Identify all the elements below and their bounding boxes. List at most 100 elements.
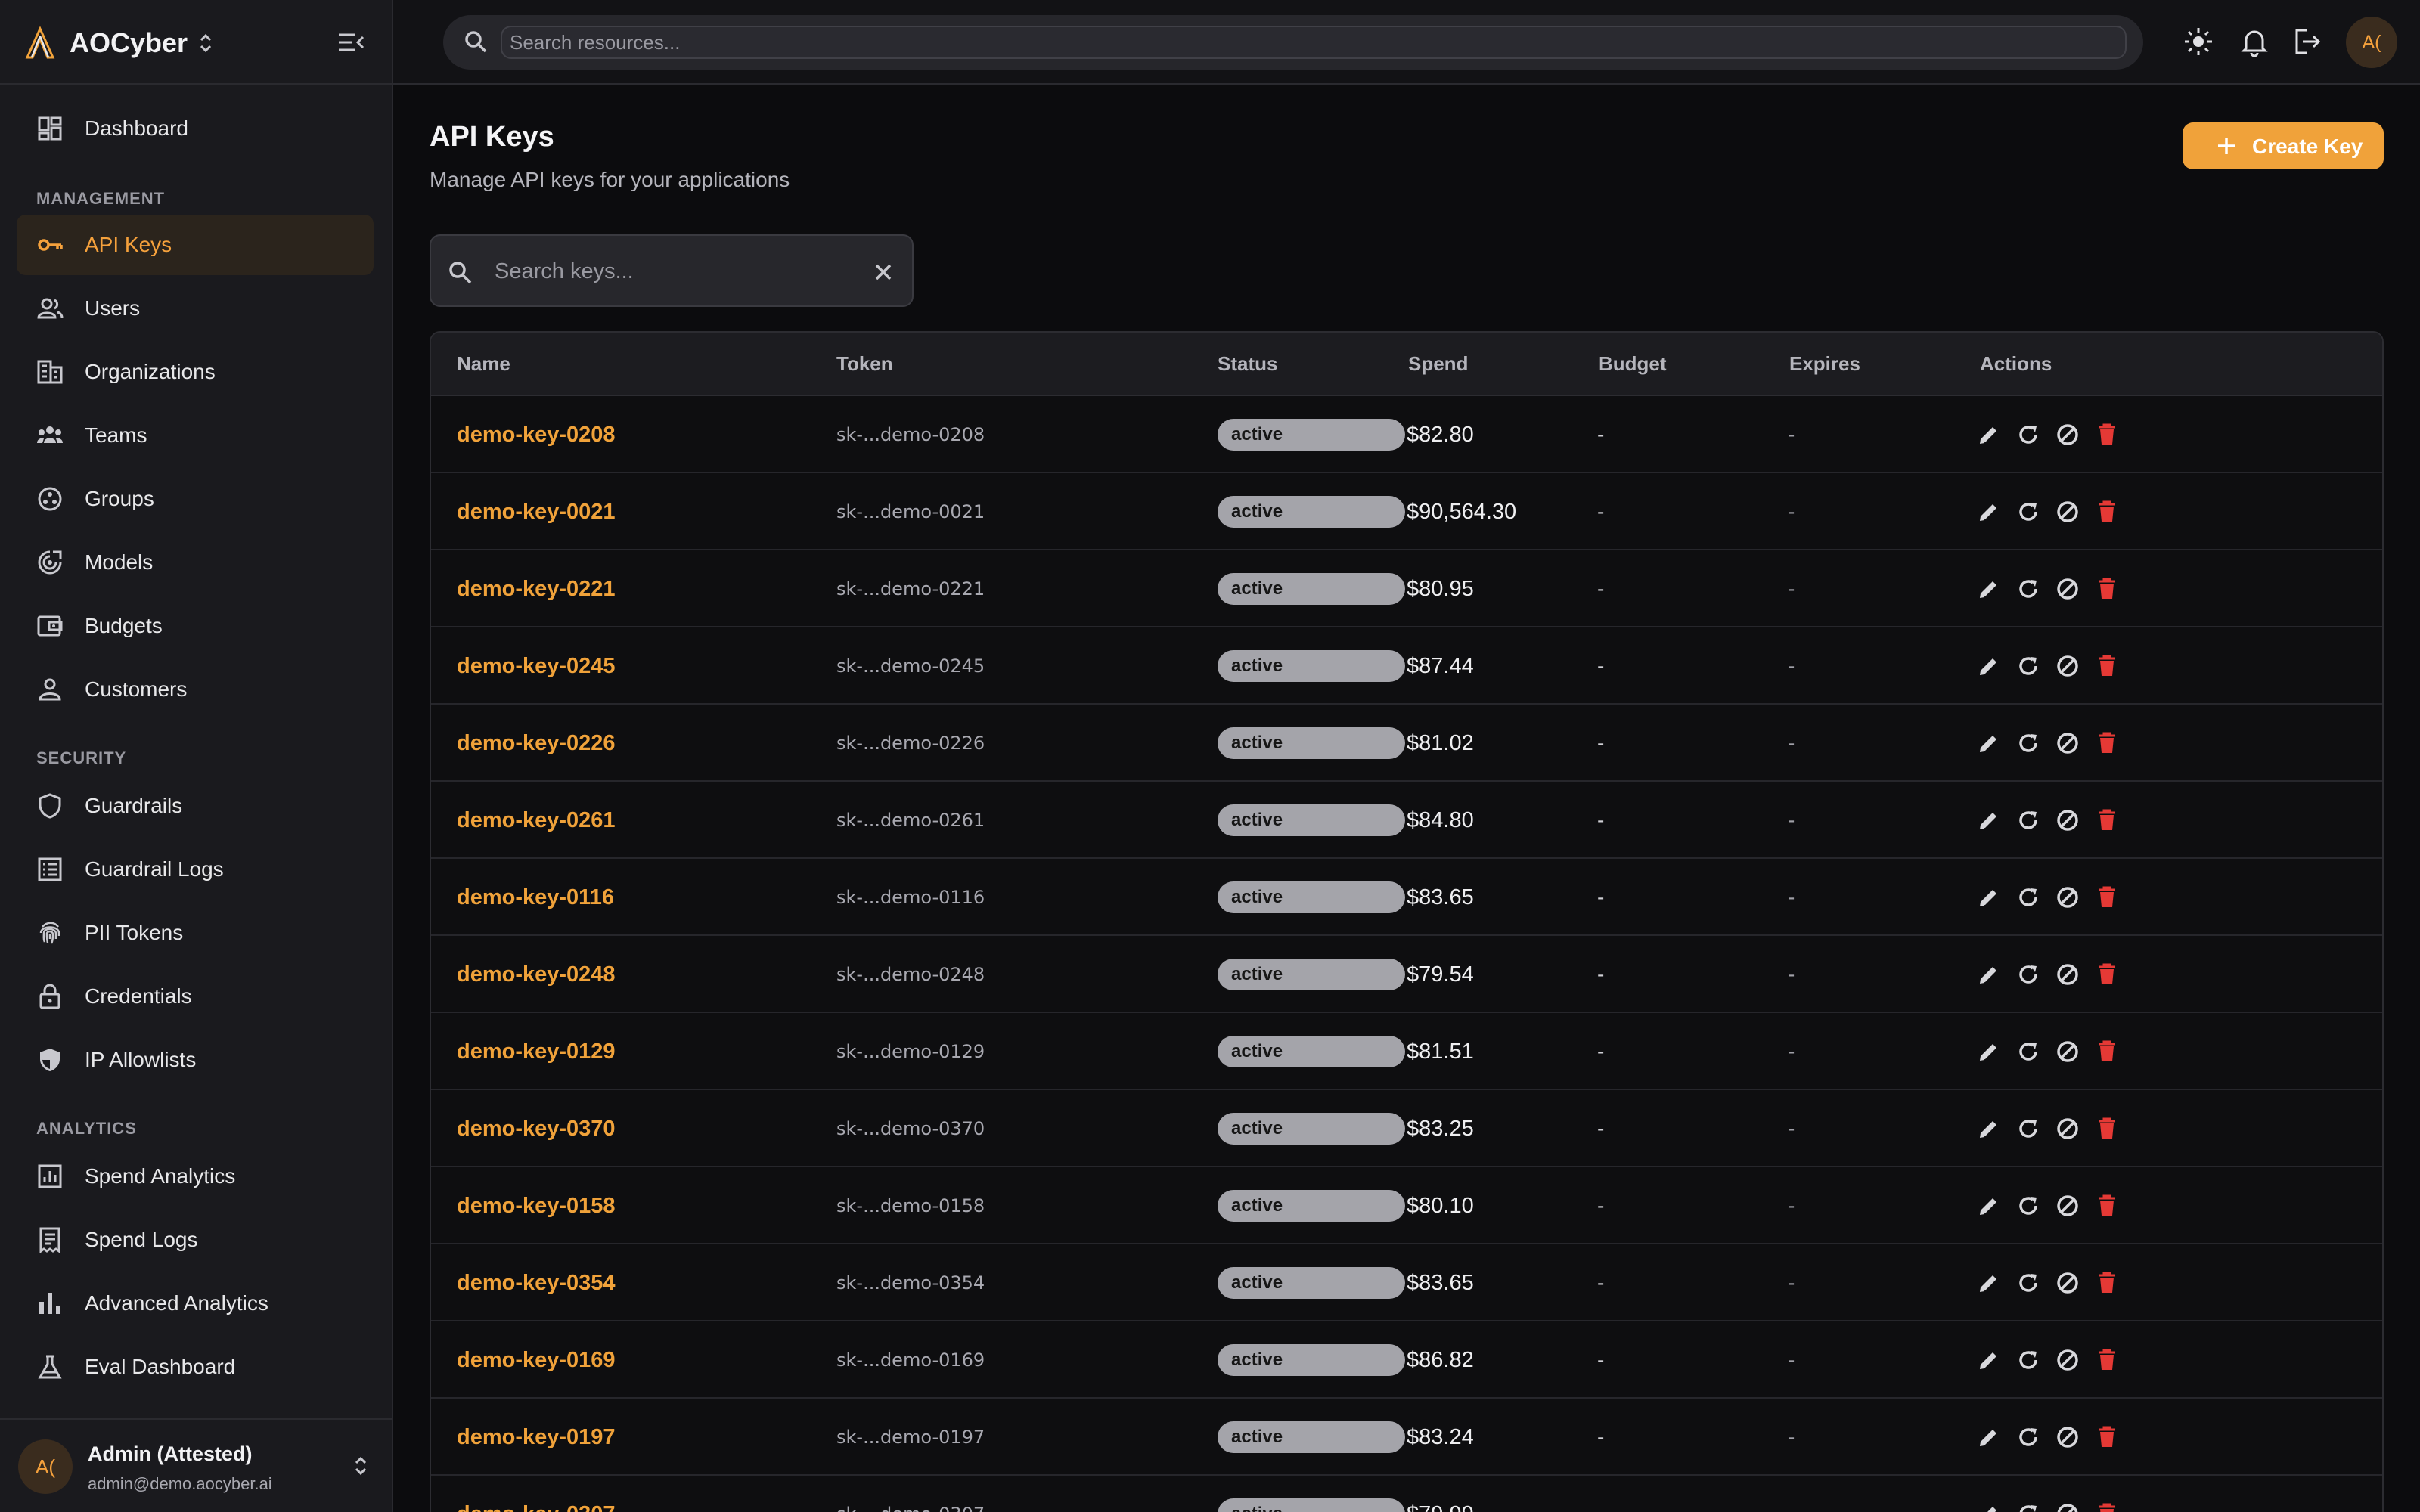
delete-trash-icon[interactable] <box>2095 423 2119 447</box>
edit-pencil-icon[interactable] <box>1977 423 2001 447</box>
sidebar-item-eval-dashboard[interactable]: Eval Dashboard <box>17 1337 374 1397</box>
edit-pencil-icon[interactable] <box>1977 1194 2001 1218</box>
avatar[interactable]: A( <box>2346 17 2397 68</box>
key-search[interactable] <box>430 234 914 307</box>
table-row[interactable]: demo-key-0370 sk-...demo-0370 active $83… <box>431 1090 2382 1167</box>
regenerate-refresh-icon[interactable] <box>2016 423 2040 447</box>
regenerate-refresh-icon[interactable] <box>2016 1194 2040 1218</box>
delete-trash-icon[interactable] <box>2095 1040 2119 1064</box>
edit-pencil-icon[interactable] <box>1977 1117 2001 1141</box>
key-name-link[interactable]: demo-key-0370 <box>457 1090 616 1167</box>
edit-pencil-icon[interactable] <box>1977 962 2001 987</box>
block-icon[interactable] <box>2055 577 2080 601</box>
regenerate-refresh-icon[interactable] <box>2016 1425 2040 1449</box>
sidebar-item-spend-analytics[interactable]: Spend Analytics <box>17 1146 374 1207</box>
block-icon[interactable] <box>2055 1502 2080 1512</box>
bell-icon[interactable] <box>2238 26 2270 57</box>
edit-pencil-icon[interactable] <box>1977 1425 2001 1449</box>
edit-pencil-icon[interactable] <box>1977 577 2001 601</box>
regenerate-refresh-icon[interactable] <box>2016 1040 2040 1064</box>
delete-trash-icon[interactable] <box>2095 1271 2119 1295</box>
block-icon[interactable] <box>2055 500 2080 524</box>
delete-trash-icon[interactable] <box>2095 500 2119 524</box>
regenerate-refresh-icon[interactable] <box>2016 808 2040 832</box>
column-header-expires[interactable]: Expires <box>1789 352 1860 376</box>
table-row[interactable]: demo-key-0158 sk-...demo-0158 active $80… <box>431 1167 2382 1244</box>
edit-pencil-icon[interactable] <box>1977 1271 2001 1295</box>
edit-pencil-icon[interactable] <box>1977 1348 2001 1372</box>
table-row[interactable]: demo-key-0221 sk-...demo-0221 active $80… <box>431 550 2382 627</box>
table-row[interactable]: demo-key-0226 sk-...demo-0226 active $81… <box>431 705 2382 782</box>
block-icon[interactable] <box>2055 1117 2080 1141</box>
delete-trash-icon[interactable] <box>2095 1348 2119 1372</box>
close-icon[interactable] <box>873 262 894 283</box>
sidebar-item-guardrails[interactable]: Guardrails <box>17 776 374 836</box>
block-icon[interactable] <box>2055 731 2080 755</box>
user-profile-footer[interactable]: A( Admin (Attested) admin@demo.aocyber.a… <box>0 1418 392 1512</box>
column-header-name[interactable]: Name <box>457 352 510 376</box>
block-icon[interactable] <box>2055 1271 2080 1295</box>
block-icon[interactable] <box>2055 962 2080 987</box>
key-name-link[interactable]: demo-key-0021 <box>457 473 616 550</box>
delete-trash-icon[interactable] <box>2095 808 2119 832</box>
sidebar-item-api-keys[interactable]: API Keys <box>17 215 374 275</box>
key-name-link[interactable]: demo-key-0208 <box>457 396 616 473</box>
table-row[interactable]: demo-key-0116 sk-...demo-0116 active $83… <box>431 859 2382 936</box>
block-icon[interactable] <box>2055 1040 2080 1064</box>
table-row[interactable]: demo-key-0354 sk-...demo-0354 active $83… <box>431 1244 2382 1321</box>
regenerate-refresh-icon[interactable] <box>2016 731 2040 755</box>
block-icon[interactable] <box>2055 808 2080 832</box>
sidebar-item-advanced-analytics[interactable]: Advanced Analytics <box>17 1273 374 1334</box>
key-name-link[interactable]: demo-key-0261 <box>457 782 616 859</box>
key-name-link[interactable]: demo-key-0158 <box>457 1167 616 1244</box>
column-header-budget[interactable]: Budget <box>1599 352 1667 376</box>
brand-name[interactable]: AOCyber <box>70 27 188 59</box>
table-row[interactable]: demo-key-0261 sk-...demo-0261 active $84… <box>431 782 2382 859</box>
sidebar-item-teams[interactable]: Teams <box>17 405 374 466</box>
regenerate-refresh-icon[interactable] <box>2016 962 2040 987</box>
edit-pencil-icon[interactable] <box>1977 1040 2001 1064</box>
sidebar-item-spend-logs[interactable]: Spend Logs <box>17 1210 374 1270</box>
delete-trash-icon[interactable] <box>2095 577 2119 601</box>
chevron-up-down-icon[interactable] <box>195 30 216 56</box>
global-search-input[interactable] <box>501 26 2127 59</box>
regenerate-refresh-icon[interactable] <box>2016 1271 2040 1295</box>
key-name-link[interactable]: demo-key-0116 <box>457 859 614 936</box>
delete-trash-icon[interactable] <box>2095 1425 2119 1449</box>
edit-pencil-icon[interactable] <box>1977 500 2001 524</box>
table-row[interactable]: demo-key-0169 sk-...demo-0169 active $86… <box>431 1321 2382 1399</box>
block-icon[interactable] <box>2055 654 2080 678</box>
edit-pencil-icon[interactable] <box>1977 731 2001 755</box>
block-icon[interactable] <box>2055 885 2080 909</box>
block-icon[interactable] <box>2055 1194 2080 1218</box>
column-header-status[interactable]: Status <box>1218 352 1277 376</box>
sidebar-item-credentials[interactable]: Credentials <box>17 966 374 1027</box>
table-row[interactable]: demo-key-0245 sk-...demo-0245 active $87… <box>431 627 2382 705</box>
edit-pencil-icon[interactable] <box>1977 885 2001 909</box>
key-name-link[interactable]: demo-key-0307 <box>457 1476 616 1512</box>
regenerate-refresh-icon[interactable] <box>2016 1348 2040 1372</box>
regenerate-refresh-icon[interactable] <box>2016 1117 2040 1141</box>
block-icon[interactable] <box>2055 1425 2080 1449</box>
key-name-link[interactable]: demo-key-0245 <box>457 627 616 705</box>
key-name-link[interactable]: demo-key-0169 <box>457 1321 616 1399</box>
theme-toggle-sun-icon[interactable] <box>2183 26 2214 57</box>
table-row[interactable]: demo-key-0208 sk-...demo-0208 active $82… <box>431 396 2382 473</box>
regenerate-refresh-icon[interactable] <box>2016 885 2040 909</box>
sidebar-item-users[interactable]: Users <box>17 278 374 339</box>
logout-icon[interactable] <box>2291 26 2323 57</box>
edit-pencil-icon[interactable] <box>1977 1502 2001 1512</box>
delete-trash-icon[interactable] <box>2095 654 2119 678</box>
sidebar-item-customers[interactable]: Customers <box>17 659 374 720</box>
key-name-link[interactable]: demo-key-0354 <box>457 1244 616 1321</box>
delete-trash-icon[interactable] <box>2095 731 2119 755</box>
edit-pencil-icon[interactable] <box>1977 808 2001 832</box>
table-row[interactable]: demo-key-0248 sk-...demo-0248 active $79… <box>431 936 2382 1013</box>
create-key-button[interactable]: Create Key <box>2183 122 2384 169</box>
delete-trash-icon[interactable] <box>2095 885 2119 909</box>
column-header-spend[interactable]: Spend <box>1408 352 1468 376</box>
key-name-link[interactable]: demo-key-0221 <box>457 550 616 627</box>
sidebar-item-organizations[interactable]: Organizations <box>17 342 374 402</box>
regenerate-refresh-icon[interactable] <box>2016 654 2040 678</box>
delete-trash-icon[interactable] <box>2095 1117 2119 1141</box>
